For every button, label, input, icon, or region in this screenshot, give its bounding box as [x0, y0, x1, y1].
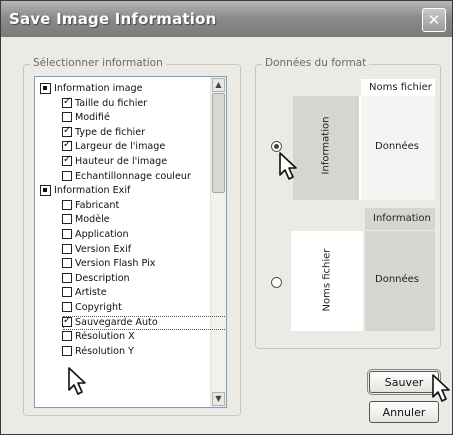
checkbox[interactable]	[62, 302, 72, 312]
item-label: Artiste	[75, 287, 107, 299]
option-1-side-text: Information	[320, 116, 332, 175]
format-option-1-preview[interactable]: Noms fichier Information Données	[293, 79, 435, 200]
checkbox[interactable]	[40, 83, 51, 94]
close-button[interactable]: ✕	[422, 8, 446, 32]
checkbox[interactable]	[62, 345, 72, 356]
checkbox[interactable]	[62, 199, 72, 210]
item-label: Fabricant	[75, 199, 120, 211]
checkbox[interactable]	[62, 124, 72, 138]
item-label: Résolution Y	[75, 345, 135, 357]
option-2-header-text: Information	[373, 213, 431, 224]
item-label: Version Exif	[75, 243, 132, 255]
checkbox[interactable]	[62, 95, 72, 109]
checkbox[interactable]	[62, 138, 72, 152]
checkbox[interactable]	[62, 170, 72, 181]
scroll-down-button[interactable]: ▼	[212, 392, 225, 406]
checkbox[interactable]	[40, 185, 51, 197]
item-label: Type de fichier	[75, 126, 146, 138]
option-1-body-text: Données	[375, 141, 420, 152]
checkbox[interactable]	[62, 272, 72, 283]
mouse-pointer-icon	[68, 367, 86, 395]
checkbox[interactable]	[62, 112, 72, 123]
item-label: Information Exif	[54, 185, 131, 197]
checkbox[interactable]	[62, 258, 72, 269]
item-label: Version Flash Pix	[75, 258, 156, 270]
item-label: Description	[75, 272, 130, 284]
item-label: Application	[75, 229, 129, 240]
option-1-header-cell: Noms fichier	[361, 79, 435, 97]
close-icon: ✕	[427, 11, 441, 29]
format-option-2-radio[interactable]	[271, 277, 282, 288]
item-label: Echantillonnage couleur	[75, 170, 191, 182]
item-label: Modèle	[75, 214, 110, 226]
save-button[interactable]: Sauver	[367, 369, 441, 395]
checkbox[interactable]	[62, 287, 72, 298]
mouse-pointer-icon	[279, 152, 297, 180]
item-label: Hauteur de l'image	[75, 156, 168, 167]
checkbox[interactable]	[62, 229, 72, 239]
dialog-title: Save Image Information	[9, 10, 217, 28]
save-image-information-dialog: Save Image Information ✕ Sélectionner in…	[0, 0, 453, 435]
item-label: Copyright	[75, 302, 122, 313]
option-1-header-text: Noms fichier	[369, 82, 432, 93]
option-2-body-cell: Données	[365, 231, 435, 331]
scroll-thumb[interactable]	[212, 93, 225, 193]
option-1-body-cell: Données	[361, 96, 435, 200]
item-label: Taille du fichier	[75, 97, 148, 109]
mouse-pointer-icon	[432, 374, 450, 402]
title-bar: Save Image Information ✕	[1, 1, 452, 37]
checkbox[interactable]	[62, 243, 72, 254]
option-2-side-cell: Noms fichier	[291, 231, 363, 331]
chevron-down-icon: ▼	[215, 394, 222, 403]
checkbox[interactable]	[62, 314, 72, 328]
option-1-side-cell: Information	[293, 96, 359, 200]
checkbox[interactable]	[62, 153, 72, 167]
option-2-header-cell: Information	[365, 208, 435, 230]
format-option-2-preview[interactable]: Information Noms fichier Données	[291, 208, 435, 331]
option-2-side-text: Noms fichier	[321, 248, 333, 312]
scroll-up-button[interactable]: ▲	[212, 78, 225, 92]
item-label: Largeur de l'image	[75, 141, 166, 153]
chevron-up-icon: ▲	[215, 80, 222, 89]
checkbox[interactable]	[62, 214, 72, 225]
format-data-group-label: Données du format	[262, 57, 370, 69]
cancel-button[interactable]: Annuler	[369, 401, 439, 423]
item-label: Modifié	[75, 112, 110, 124]
list-scrollbar[interactable]: ▲ ▼	[210, 77, 226, 407]
item-label: Résolution X	[75, 331, 135, 343]
item-label: Sauvegarde Auto	[75, 316, 158, 328]
option-2-body-text: Données	[375, 274, 420, 285]
information-tree-list[interactable]: ▲ ▼ Information imageTaille du fichierMo…	[34, 76, 227, 408]
checkbox[interactable]	[62, 331, 72, 342]
select-information-group-label: Sélectionner information	[30, 57, 166, 69]
